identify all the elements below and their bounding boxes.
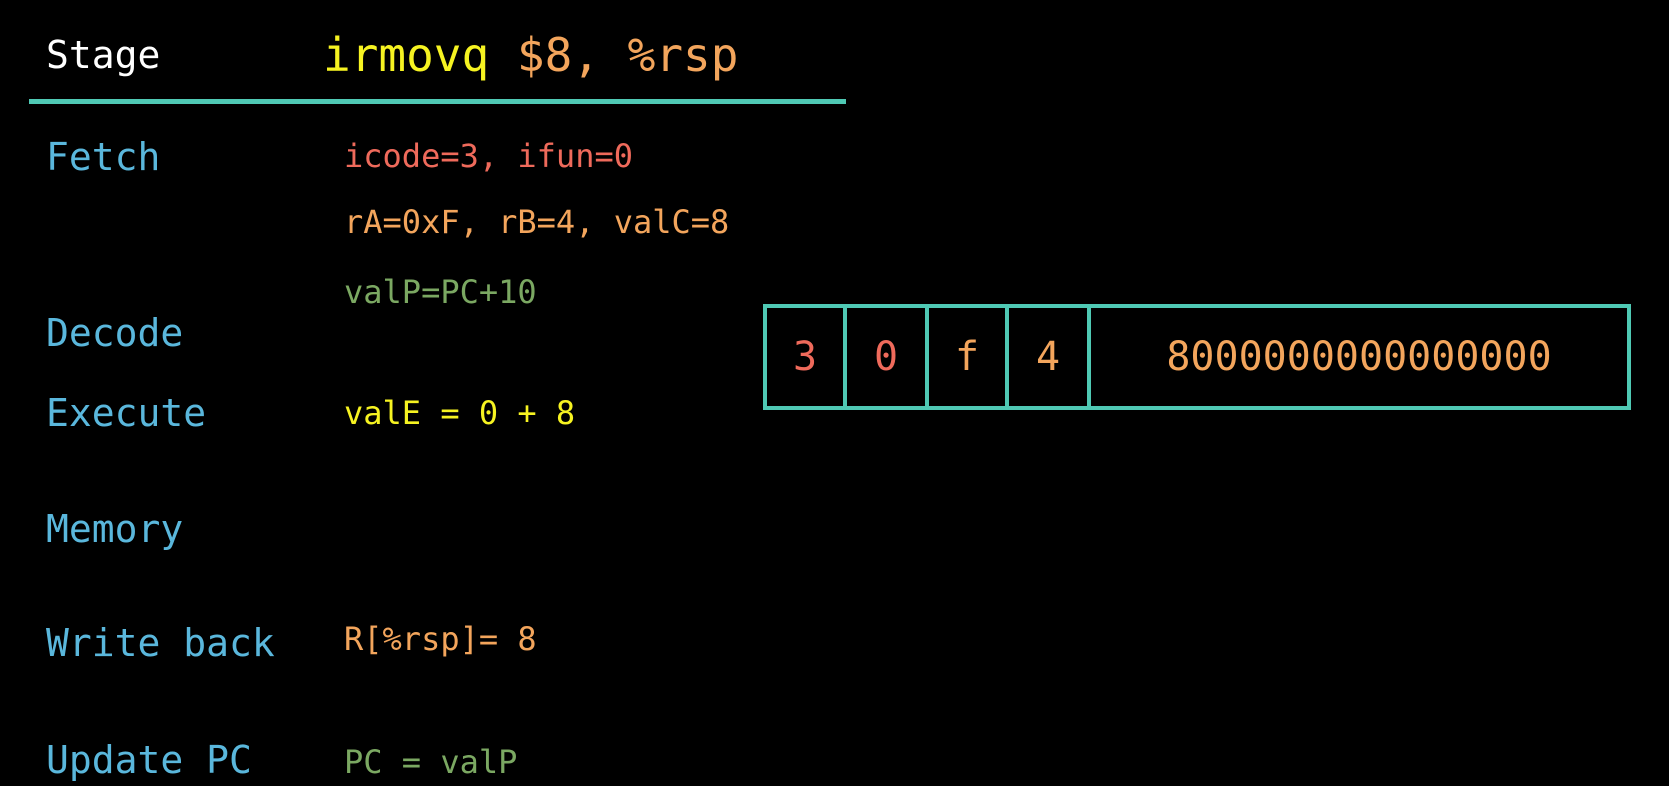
encoding-ifun: 0 — [847, 308, 929, 406]
fetch-valp: valP=PC+10 — [344, 273, 537, 311]
encoding-icode: 3 — [767, 308, 847, 406]
instruction-mnemonic: irmovq — [323, 28, 490, 82]
encoding-ra: f — [929, 308, 1009, 406]
stage-memory: Memory — [46, 507, 184, 551]
header-divider — [29, 99, 846, 104]
instruction-encoding: 3 0 f 4 8000000000000000 — [763, 304, 1631, 410]
encoding-rb: 4 — [1009, 308, 1091, 406]
stage-decode: Decode — [46, 311, 184, 355]
encoding-valc: 8000000000000000 — [1166, 334, 1552, 380]
instruction-operands: $8, %rsp — [516, 28, 739, 82]
stage-column-header: Stage — [46, 33, 161, 77]
stage-write-back: Write back — [46, 621, 275, 665]
stage-fetch: Fetch — [46, 135, 161, 179]
fetch-icode-ifun: icode=3, ifun=0 — [344, 137, 633, 175]
instruction-title: irmovq $8, %rsp — [323, 32, 738, 78]
stage-execute: Execute — [46, 391, 207, 435]
update-pc-value: PC = valP — [344, 743, 518, 781]
fetch-registers-valc: rA=0xF, rB=4, valC=8 — [344, 203, 730, 241]
execute-vale: valE = 0 + 8 — [344, 394, 576, 432]
stage-update-pc: Update PC — [46, 738, 252, 782]
write-back-register: R[%rsp]= 8 — [344, 620, 537, 658]
